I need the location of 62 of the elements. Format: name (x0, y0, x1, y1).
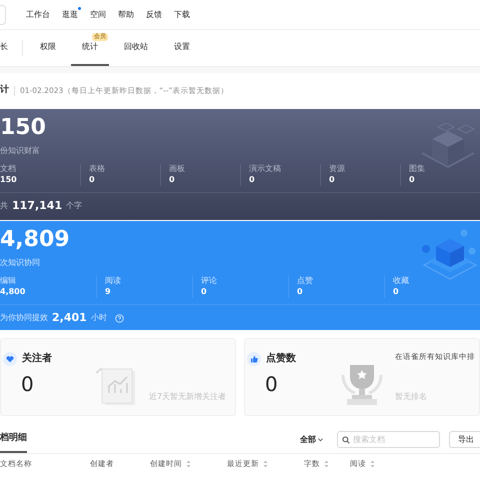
metric-value: 150 (0, 174, 18, 186)
sort-icon[interactable] (186, 460, 191, 468)
footer-value: 117,141 (12, 198, 62, 214)
nav-link[interactable]: 反馈 (146, 8, 162, 20)
nav-link[interactable]: 工作台 (26, 8, 50, 20)
metric-label: 表格 (89, 164, 106, 174)
nav-link[interactable]: 逛逛 (62, 8, 78, 20)
card-value: 0 (265, 374, 279, 394)
metric-label: 点赞 (297, 276, 314, 286)
metric-label: 编辑 (0, 276, 17, 286)
caret-icon (317, 436, 324, 443)
tab[interactable]: 回收站 (113, 30, 159, 66)
metric-value: 0 (249, 174, 256, 186)
nav-link[interactable]: 帮助 (118, 8, 134, 20)
total-value: 4,809 (0, 229, 71, 251)
help-icon[interactable] (114, 314, 124, 323)
filter-dropdown[interactable]: 全部 (300, 434, 324, 446)
total-caption: 次知识协同 (0, 257, 41, 269)
detail-tab[interactable]: 档明细 (0, 426, 27, 453)
metric-label: 画板 (169, 164, 186, 174)
thumbs-up-icon (247, 352, 261, 366)
sort-icon[interactable] (370, 460, 375, 468)
total-value: 150 (0, 117, 47, 139)
metric-label: 收藏 (393, 276, 410, 286)
metric-value: 0 (89, 174, 96, 186)
card-title: 点赞数 (266, 352, 296, 366)
search-icon (342, 436, 350, 444)
metric-label: 图集 (409, 164, 426, 174)
nav-link[interactable]: 下载 (174, 8, 190, 20)
footer-unit: 个字 (66, 200, 82, 212)
card-title: 关注者 (22, 351, 52, 366)
tab[interactable]: 权限 (29, 30, 67, 66)
metric-label: 演示文稿 (249, 164, 282, 174)
footer-value: 2,401 (52, 310, 87, 326)
sort-icon[interactable] (263, 460, 268, 468)
search-field[interactable] (0, 4, 6, 24)
export-button[interactable]: 导出 (449, 431, 480, 448)
metric-value: 0 (169, 174, 176, 186)
card-note: 暂无排名 (395, 391, 428, 403)
tab[interactable]: 长 (0, 30, 22, 66)
metric-value: 0 (201, 286, 208, 298)
metric-value: 0 (297, 286, 304, 298)
nav-link[interactable]: 空间 (90, 8, 106, 20)
footer-label: 为你协同提效 (0, 312, 48, 324)
tab[interactable]: 设置 (163, 30, 201, 66)
card-value: 0 (21, 374, 35, 394)
metric-value: 4,800 (0, 286, 26, 298)
metric-label: 文档 (0, 164, 17, 174)
footer-unit: 小时 (90, 312, 107, 324)
section-title: 计 (0, 84, 9, 98)
metric-label: 资源 (329, 164, 346, 174)
metric-label: 评论 (201, 276, 218, 286)
metric-value: 0 (393, 286, 400, 298)
search-field[interactable]: 搜索文档 (337, 431, 440, 448)
footer-label: 共 (0, 200, 8, 212)
metric-value: 9 (105, 286, 112, 298)
metric-label: 阅读 (105, 276, 122, 286)
metric-value: 0 (329, 174, 336, 186)
sort-icon[interactable] (324, 460, 329, 468)
total-caption: 份知识财富 (0, 145, 41, 157)
card-note: 近7天暂无新增关注者 (149, 391, 226, 403)
metric-value: 0 (409, 174, 416, 186)
